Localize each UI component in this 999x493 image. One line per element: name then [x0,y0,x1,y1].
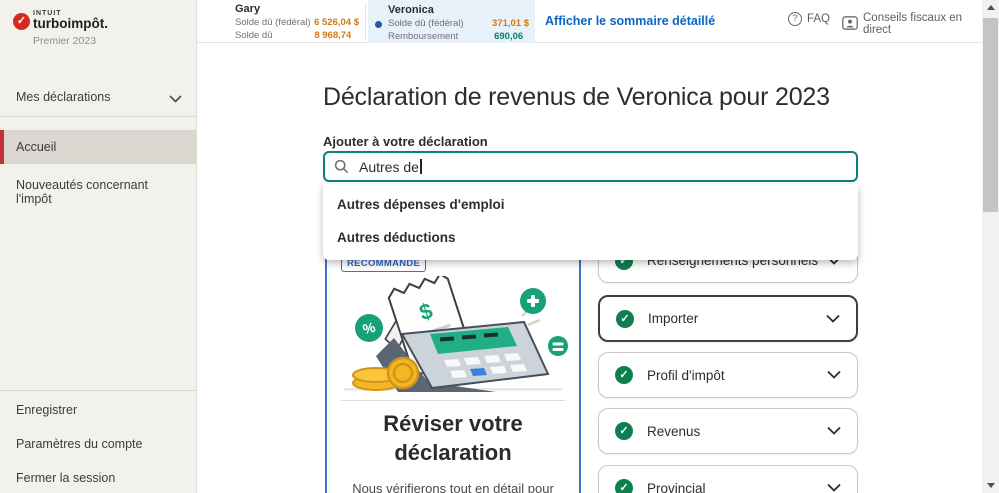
logo-product: turboimpôt. [33,16,108,31]
check-circle-icon: ✓ [616,309,634,328]
sidebar-item-label: Accueil [16,140,57,154]
turboimpot-logo: ✓ INTUIT turboimpôt. [13,10,108,31]
section-income[interactable]: ✓ Revenus [598,408,858,454]
card-divider [341,400,565,401]
check-circle-icon: ✓ [615,366,633,384]
person-name: Veronica [388,4,434,16]
check-circle-icon: ✓ [615,479,633,493]
app-window: ✓ INTUIT turboimpôt. Premier 2023 Mes dé… [0,0,999,493]
sidebar-item-label: Nouveautés concernant l'impôt [16,178,149,206]
chevron-down-icon [827,422,841,440]
search-suggestions-dropdown: Autres dépenses d'emploi Autres déductio… [323,184,858,260]
topbar: Gary Solde dû (fédéral) 6 526,04 $ Solde… [197,0,982,54]
balance-row: Solde dû (fédéral) 6 526,04 $ [235,17,359,30]
text-cursor [420,159,422,174]
sidebar-item-label: Fermer la session [16,471,116,485]
sidebar-divider [0,116,196,117]
search-section-label: Ajouter à votre déclaration [323,134,488,149]
sidebar-item-account-settings[interactable]: Paramètres du compte [0,427,196,461]
sidebar-item-home[interactable]: Accueil [0,130,196,164]
scroll-up-button[interactable] [982,0,999,15]
sidebar: ✓ INTUIT turboimpôt. Premier 2023 Mes dé… [0,0,197,493]
main-content: Déclaration de revenus de Veronica pour … [197,43,982,493]
balance-label: Solde dû (fédéral) [235,17,311,28]
sidebar-item-sign-out[interactable]: Fermer la session [0,461,196,493]
section-label: Revenus [647,423,701,439]
section-label: Provincial [647,480,706,493]
suggestion-other-employment-expenses[interactable]: Autres dépenses d'emploi [323,188,858,221]
topbar-divider [365,4,366,39]
question-mark-icon: ? [788,12,802,26]
faq-label: FAQ [807,13,831,25]
live-tips-label: Conseils fiscaux en direct [863,12,963,36]
page-title: Déclaration de revenus de Veronica pour … [323,83,830,111]
balance-label: Solde dû (fédéral) [388,18,464,29]
sidebar-divider [0,390,196,391]
sidebar-item-label: Mes déclarations [16,90,111,104]
search-icon [334,159,349,179]
vertical-scrollbar[interactable] [982,0,999,493]
chevron-down-icon [826,310,840,328]
sidebar-bottom: Enregistrer Paramètres du compte Fermer … [0,388,196,493]
section-label: Importer [648,311,699,326]
sidebar-nav: Mes déclarations Accueil Nouveautés conc… [0,80,196,216]
selected-dot-icon [375,21,382,28]
sidebar-item-whats-new[interactable]: Nouveautés concernant l'impôt [0,168,196,216]
triangle-down-icon [986,483,995,488]
section-import[interactable]: ✓ Importer [598,295,858,342]
veronica-summary-selected[interactable]: Veronica Solde dû (fédéral) 371,01 $ Rem… [368,0,535,54]
review-card-description: Nous vérifierons tout en détail pour que… [352,481,554,493]
person-name: Gary [235,3,261,15]
live-tax-tips-button[interactable]: Conseils fiscaux en direct [842,12,982,36]
logo-check-icon: ✓ [13,13,30,30]
check-circle-icon: ✓ [615,422,633,440]
section-provincial[interactable]: ✓ Provincial [598,465,858,493]
chevron-down-icon [169,92,182,106]
chevron-down-icon [827,366,841,384]
search-box [323,151,858,182]
edition-label: Premier 2023 [33,35,97,47]
review-return-card[interactable]: RECOMMANDÉ $ % Réviser votre déclaration… [325,248,581,493]
triangle-up-icon [986,5,995,10]
balance-value: 6 526,04 $ [314,17,359,28]
chevron-down-icon [827,479,841,493]
detailed-summary-link[interactable]: Afficher le sommaire détaillé [545,14,715,28]
sidebar-item-label: Paramètres du compte [16,437,143,451]
sidebar-item-label: Enregistrer [16,403,78,417]
logo-text: INTUIT turboimpôt. [33,10,108,31]
balance-row: Solde dû (fédéral) 371,01 $ [388,18,529,31]
section-label: Profil d'impôt [647,367,725,383]
review-illustration: $ % [344,276,568,392]
suggestion-other-deductions[interactable]: Autres déductions [323,221,858,254]
search-input[interactable] [323,151,858,182]
live-expert-icon [842,15,858,33]
scroll-down-button[interactable] [982,478,999,493]
sidebar-item-save[interactable]: Enregistrer [0,393,196,427]
scrollbar-thumb[interactable] [983,18,998,212]
review-card-title: Réviser votre déclaration [383,411,523,465]
section-tax-profile[interactable]: ✓ Profil d'impôt [598,352,858,398]
faq-button[interactable]: ? FAQ [788,12,830,26]
balance-value: 371,01 $ [492,18,529,29]
sidebar-item-my-returns[interactable]: Mes déclarations [0,80,196,114]
